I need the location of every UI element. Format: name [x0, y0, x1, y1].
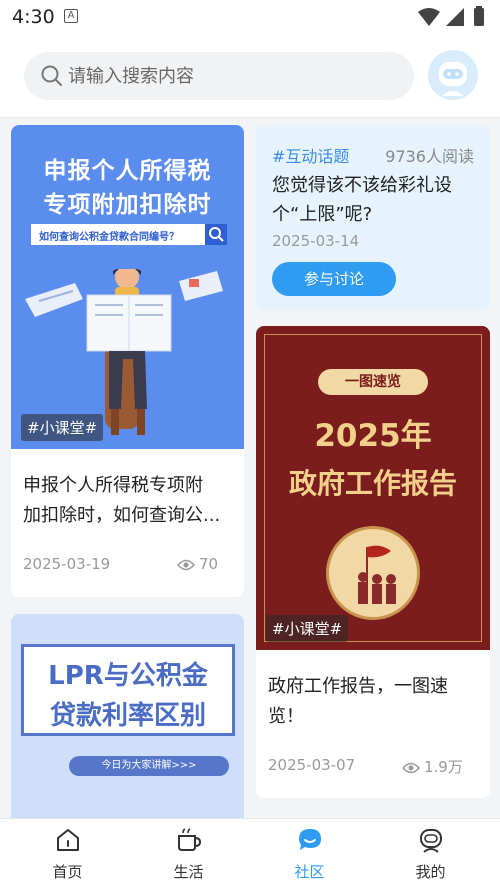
- topic-date: 2025-03-14: [272, 232, 360, 250]
- tab-label: 社区: [294, 863, 325, 881]
- poster-line2: 专项附加扣除时: [43, 192, 212, 218]
- topic-reads: 9736人阅读: [385, 147, 474, 166]
- poster-search-icon: [205, 224, 227, 245]
- article-views: 1.9万: [401, 756, 463, 777]
- poster-year: 2025年: [314, 418, 432, 454]
- tab-community[interactable]: 社区: [247, 819, 372, 888]
- system-icons: [418, 6, 484, 26]
- article-tag: #小课堂#: [266, 615, 349, 642]
- views-count: 1.9万: [424, 758, 463, 776]
- poster-bar: 今日为大家讲解>>>: [69, 756, 229, 776]
- avatar[interactable]: [428, 50, 478, 100]
- search-input[interactable]: [68, 60, 398, 92]
- article-card-report[interactable]: 一图速览 2025年 政府工作报告 #小课堂# 政府工作报告，一图速 览！ 20…: [256, 326, 490, 798]
- poster-query-bar: 如何查询公积金贷款合同编号？: [31, 224, 227, 245]
- topic-card[interactable]: #互动话题 9736人阅读 您觉得该不该给彩礼设个“上限”呢? 2025-03-…: [256, 125, 490, 311]
- article-poster: 一图速览 2025年 政府工作报告 #小课堂#: [256, 326, 490, 650]
- search-icon: [41, 65, 62, 86]
- battery-icon: [474, 8, 484, 26]
- signal-icon: [446, 8, 464, 26]
- article-date: 2025-03-07: [268, 756, 356, 774]
- status-bar: 4:30 A: [0, 0, 500, 34]
- tab-mine[interactable]: 我的: [368, 819, 493, 888]
- cup-icon: [178, 828, 202, 851]
- join-discussion-button[interactable]: 参与讨论: [272, 262, 396, 296]
- a-icon: A: [64, 9, 78, 23]
- views-count: 70: [199, 555, 219, 573]
- topic-question: 您觉得该不该给彩礼设个“上限”呢?: [272, 175, 452, 225]
- article-title: 申报个人所得税专项附 加扣除时，如何查询公...: [23, 471, 220, 531]
- tab-label: 首页: [52, 863, 83, 881]
- header: [0, 34, 500, 118]
- flag-figures-emblem: [326, 526, 420, 620]
- tab-label: 生活: [173, 863, 204, 881]
- poster-line2: 贷款利率区别: [49, 701, 206, 731]
- article-title-line2: 览！: [268, 706, 304, 727]
- bottom-tab-bar: 首页 生活 社区 我的: [0, 818, 500, 888]
- poster-line1: LPR与公积金: [48, 661, 208, 691]
- poster-title: 政府工作报告: [288, 467, 457, 500]
- article-tag: #小课堂#: [21, 414, 104, 441]
- article-title-line1: 政府工作报告，一图速: [268, 676, 448, 697]
- article-card-tax[interactable]: 申报个人所得税 专项附加扣除时 如何查询公积金贷款合同编号？ #小课堂# 申报个…: [11, 125, 244, 597]
- article-card-lpr[interactable]: LPR与公积金 贷款利率区别 今日为大家讲解>>>: [11, 614, 244, 818]
- tab-life[interactable]: 生活: [126, 819, 251, 888]
- article-poster: 申报个人所得税 专项附加扣除时 如何查询公积金贷款合同编号？ #小课堂#: [11, 125, 244, 449]
- avatar-robot-icon: [428, 50, 478, 100]
- article-date: 2025-03-19: [23, 555, 111, 573]
- reading-man-illustration: [25, 269, 223, 435]
- robot-face-icon: [420, 829, 442, 853]
- tab-home[interactable]: 首页: [5, 819, 130, 888]
- status-time: 4:30: [12, 6, 55, 28]
- eye-icon: [176, 559, 196, 571]
- eye-icon: [401, 762, 421, 774]
- tab-label: 我的: [415, 863, 446, 881]
- article-poster: LPR与公积金 贷款利率区别 今日为大家讲解>>>: [11, 614, 244, 818]
- poster-pill: 一图速览: [318, 369, 428, 395]
- search-bar[interactable]: [24, 52, 414, 100]
- article-title: 政府工作报告，一图速 览！: [268, 672, 448, 732]
- article-views: 70: [176, 555, 219, 573]
- home-icon: [57, 829, 79, 851]
- poster-box: LPR与公积金 贷款利率区别: [21, 644, 235, 736]
- wifi-icon: [418, 8, 440, 26]
- article-title-line2: 加扣除时，如何查询公...: [23, 505, 221, 526]
- poster-query: 如何查询公积金贷款合同编号？: [39, 232, 179, 243]
- article-title-line1: 申报个人所得税专项附: [23, 475, 203, 496]
- chat-bubble-icon: [299, 829, 321, 850]
- poster-line1: 申报个人所得税: [43, 158, 212, 184]
- topic-hashtag[interactable]: #互动话题: [272, 143, 349, 167]
